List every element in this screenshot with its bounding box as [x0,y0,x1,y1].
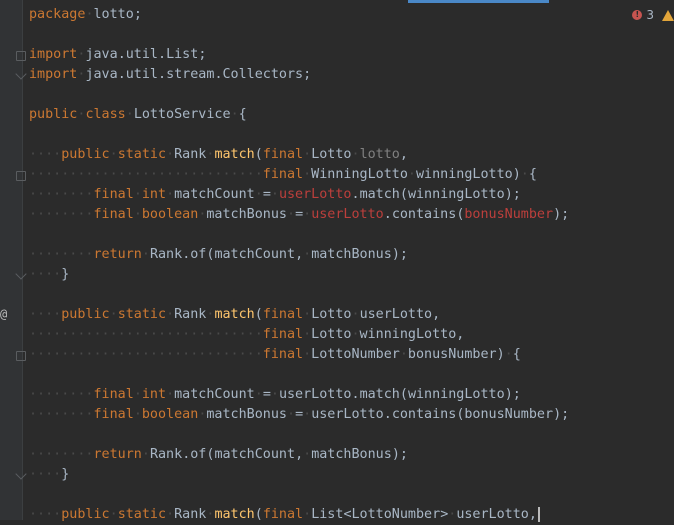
code-line[interactable] [29,85,669,105]
fold-icon[interactable] [16,351,26,361]
code-line[interactable] [29,285,669,305]
code-line[interactable]: import·java.util.stream.Collectors; [29,65,669,85]
code-line[interactable]: ····} [29,465,669,485]
code-line[interactable] [29,225,669,245]
code-line[interactable]: ·····························final·Lotto… [29,325,669,345]
code-line[interactable]: ········return·Rank.of(matchCount,·match… [29,445,669,465]
code-line[interactable] [29,425,669,445]
code-line[interactable]: import·java.util.List; [29,45,669,65]
code-line[interactable]: ·····························final·Lotto… [29,345,669,365]
code-editor[interactable]: @ ! 3 package·lotto; import·java.util.Lis… [0,0,674,522]
code-line[interactable]: ····public·static·Rank·match(final·Lotto… [29,305,669,325]
code-line[interactable]: ········return·Rank.of(matchCount,·match… [29,245,669,265]
fold-icon[interactable] [16,171,26,181]
code-line[interactable]: ····} [29,265,669,285]
active-tab-indicator [408,0,549,3]
code-line[interactable]: ········final·int·matchCount·=·userLotto… [29,385,669,405]
code-line[interactable] [29,25,669,45]
code-line[interactable]: ········final·int·matchCount·=·userLotto… [29,185,669,205]
code-line[interactable]: public·class·LottoService·{ [29,105,669,125]
code-line[interactable]: ·····························final·Winni… [29,165,669,185]
code-line[interactable]: ········final·boolean·matchBonus·=·userL… [29,205,669,225]
code-line[interactable]: ····public·static·Rank·match(final·List<… [29,505,669,525]
code-line[interactable]: ········final·boolean·matchBonus·=·userL… [29,405,669,425]
code-line[interactable] [29,125,669,145]
code-area[interactable]: package·lotto; import·java.util.List; impo… [29,5,669,525]
code-line[interactable]: package·lotto; [29,5,669,25]
fold-icon[interactable] [16,51,26,61]
override-marker-icon[interactable]: @ [0,306,7,322]
code-line[interactable]: ····public·static·Rank·match(final·Lotto… [29,145,669,165]
code-line[interactable] [29,365,669,385]
text-caret [537,506,540,522]
code-line[interactable] [29,485,669,505]
